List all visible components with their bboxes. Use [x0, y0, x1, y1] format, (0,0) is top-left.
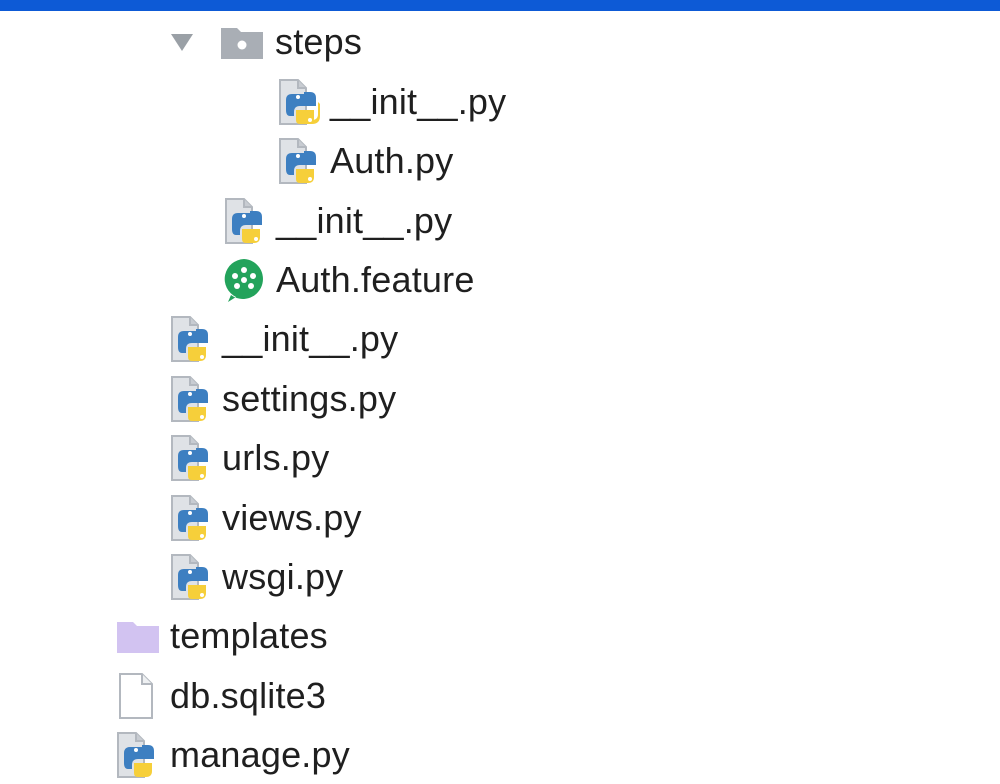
- tree-item-label: manage.py: [170, 733, 350, 775]
- project-tree: steps __init__.py Auth.py __init__.py Au…: [0, 11, 1000, 778]
- tree-item-views-py[interactable]: views.py: [170, 488, 362, 547]
- tree-item-label: settings.py: [222, 377, 397, 419]
- tree-item-features-init[interactable]: __init__.py: [224, 191, 452, 250]
- tree-item-wsgi-py[interactable]: wsgi.py: [170, 547, 343, 606]
- tree-item-auth-py[interactable]: Auth.py: [278, 131, 453, 190]
- tree-item-settings-py[interactable]: settings.py: [170, 369, 396, 428]
- python-file-icon: [278, 78, 330, 125]
- tree-item-label: Auth.py: [330, 139, 454, 181]
- tree-item-label: Auth.feature: [276, 258, 475, 300]
- python-file-icon: [116, 731, 170, 778]
- tree-item-label: urls.py: [222, 436, 330, 478]
- tree-item-steps-init[interactable]: __init__.py: [278, 72, 506, 131]
- python-file-icon: [170, 553, 222, 600]
- tree-item-label: db.sqlite3: [170, 674, 327, 716]
- tree-item-urls-py[interactable]: urls.py: [170, 428, 329, 487]
- tree-item-db-sqlite3[interactable]: db.sqlite3: [116, 666, 326, 725]
- python-file-icon: [278, 137, 330, 184]
- python-file-icon: [224, 197, 276, 244]
- tree-item-auth-feature[interactable]: Auth.feature: [222, 250, 475, 309]
- tree-item-label: views.py: [222, 496, 362, 538]
- python-file-icon: [170, 494, 222, 541]
- tree-item-label: __init__.py: [222, 317, 399, 359]
- tree-item-manage-py[interactable]: manage.py: [116, 725, 350, 784]
- tree-item-label: __init__.py: [330, 80, 507, 122]
- cucumber-icon: [222, 257, 276, 303]
- tree-item-steps[interactable]: steps: [168, 12, 362, 71]
- tree-item-label: __init__.py: [276, 199, 453, 241]
- chevron-down-icon[interactable]: [168, 30, 196, 54]
- tree-item-app-init[interactable]: __init__.py: [170, 309, 398, 368]
- tree-item-label: steps: [275, 20, 363, 62]
- text-file-icon: [116, 672, 170, 719]
- folder-icon: [220, 19, 275, 65]
- tree-item-label: templates: [170, 614, 328, 656]
- python-file-icon: [170, 434, 222, 481]
- tree-item-templates[interactable]: templates: [116, 606, 328, 665]
- template-folder-icon: [116, 613, 170, 659]
- tree-item-label: wsgi.py: [222, 555, 344, 597]
- python-file-icon: [170, 375, 222, 422]
- window-top-border: [0, 0, 1000, 11]
- python-file-icon: [170, 315, 222, 362]
